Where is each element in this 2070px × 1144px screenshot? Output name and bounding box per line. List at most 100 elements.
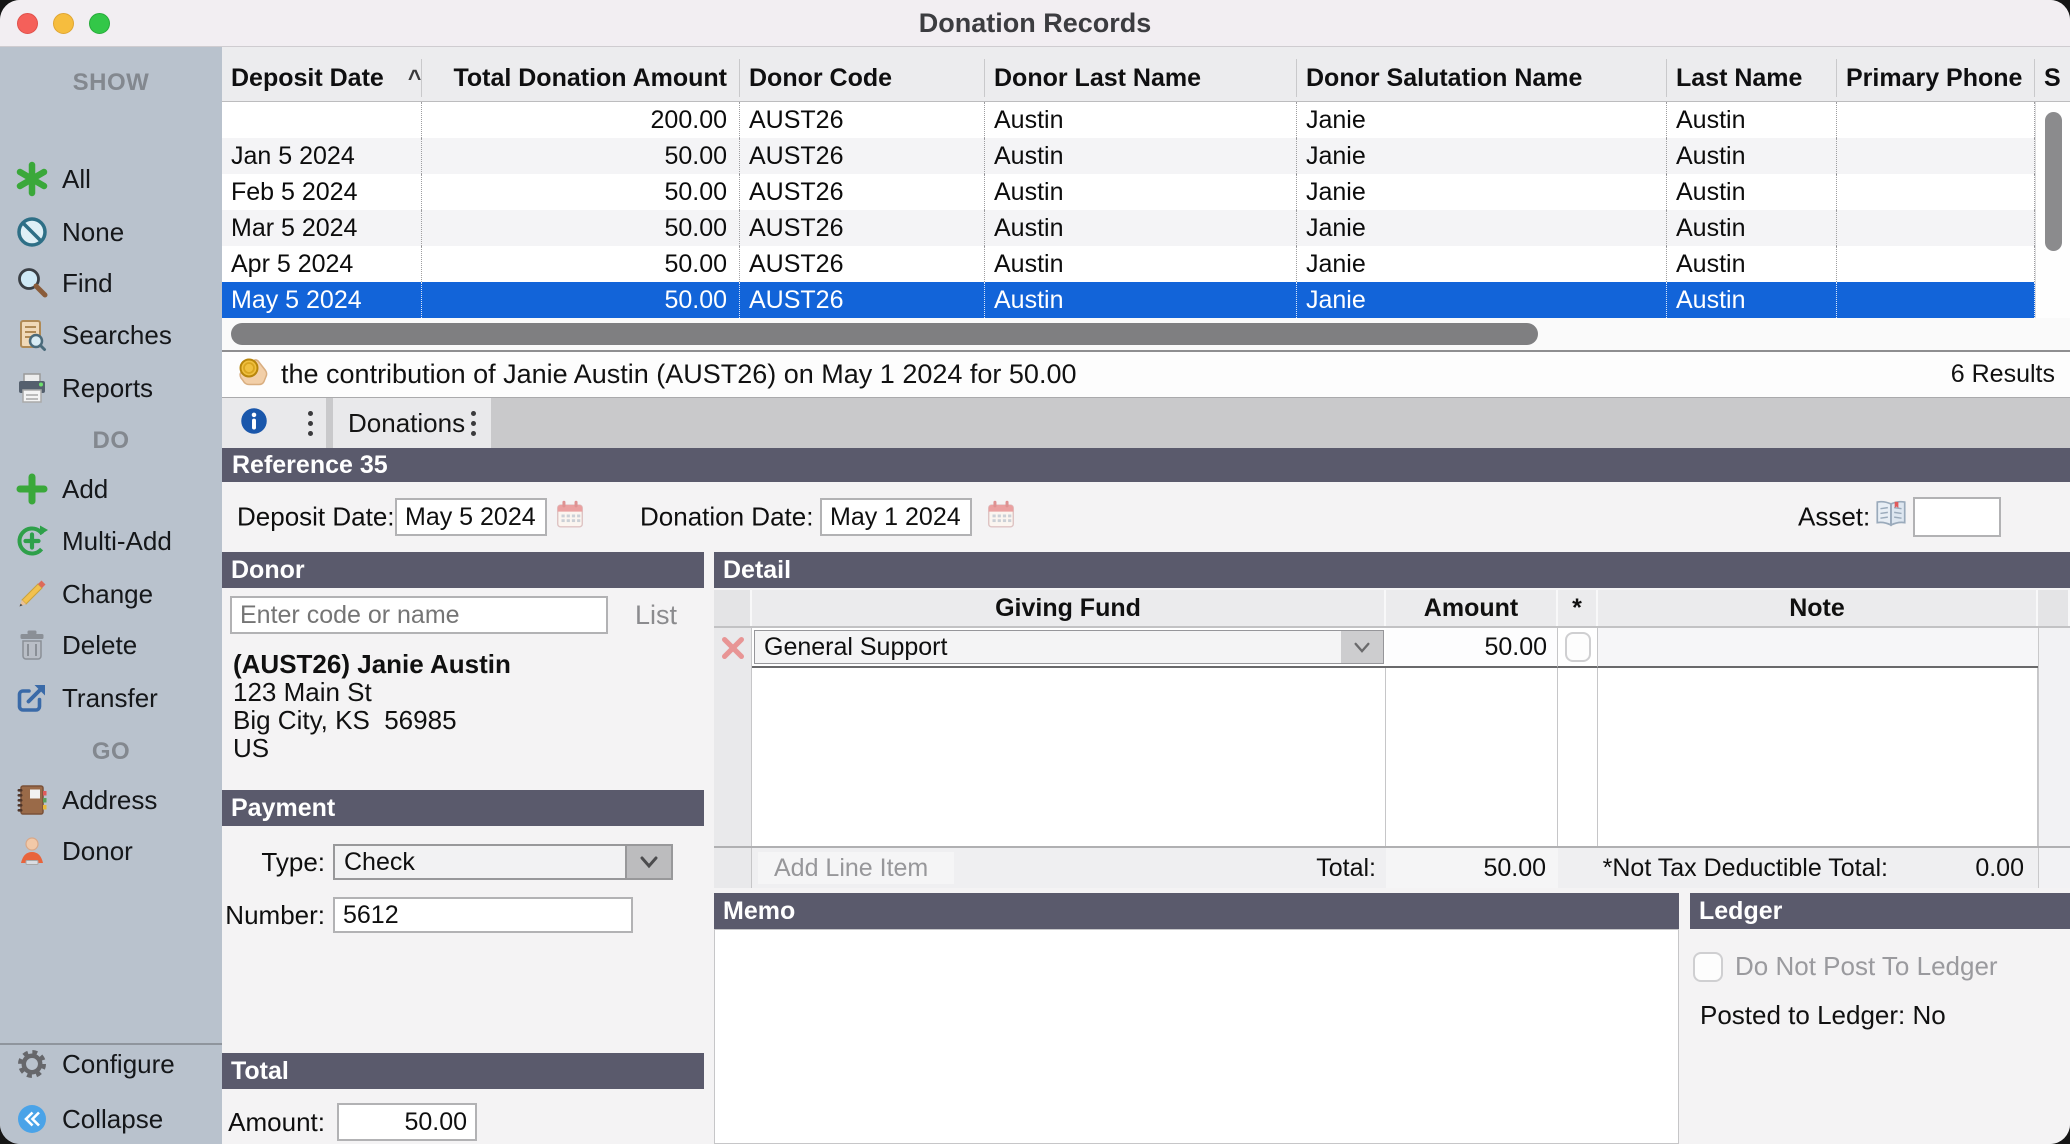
donation-date-label: Donation Date: [640, 502, 813, 533]
minimize-button[interactable] [53, 13, 74, 34]
cell-last-name: Austin [1667, 174, 1837, 210]
detail-total-label: Total: [1316, 854, 1386, 883]
donor-country: US [233, 734, 704, 762]
asset-book-icon[interactable] [1872, 496, 1910, 539]
column-header-total-donation-amount[interactable]: Total Donation Amount [422, 59, 740, 97]
sidebar-item-address[interactable]: Address [0, 780, 222, 820]
payment-section-header: Payment [222, 790, 704, 826]
cell-donor-last-name: Austin [985, 282, 1297, 318]
sidebar-item-label: Find [62, 268, 113, 299]
plus-icon [12, 469, 52, 509]
sidebar-item-configure[interactable]: Configure [0, 1044, 222, 1084]
sidebar-item-reports[interactable]: Reports [0, 368, 222, 408]
tab-donations[interactable]: Donations [333, 398, 491, 448]
column-header-donor-last-name[interactable]: Donor Last Name [985, 59, 1297, 97]
chevron-down-icon[interactable] [625, 846, 671, 878]
column-header-deposit-date[interactable]: Deposit Date^ [222, 59, 422, 97]
footer-x-column [714, 848, 752, 888]
cell-primary-phone [1837, 210, 2035, 246]
sidebar-item-searches[interactable]: Searches [0, 315, 222, 355]
sidebar-item-find[interactable]: Find [0, 263, 222, 303]
cell-donor-code: AUST26 [740, 174, 985, 210]
delete-line-icon[interactable] [714, 628, 752, 668]
detail-empty-rows [714, 668, 2070, 846]
list-button[interactable]: List [608, 600, 704, 631]
vertical-scrollbar-thumb[interactable] [2045, 112, 2062, 251]
donor-search-input[interactable] [230, 596, 608, 634]
cell-last-name: Austin [1667, 138, 1837, 174]
deposit-date-input[interactable] [395, 498, 547, 536]
cell-deposit-date [222, 102, 422, 138]
table-row[interactable]: Feb 5 2024 50.00 AUST26 Austin Janie Aus… [222, 174, 2035, 210]
chevron-down-icon[interactable] [1341, 631, 1383, 663]
ledger-section: Do Not Post To Ledger Posted to Ledger: … [1690, 929, 2070, 1144]
calendar-icon[interactable] [984, 498, 1018, 537]
line-note-cell[interactable] [1598, 628, 2038, 668]
calendar-icon[interactable] [553, 498, 587, 537]
cell-amount: 50.00 [422, 282, 740, 318]
sidebar-item-change[interactable]: Change [0, 574, 222, 614]
horizontal-scrollbar-thumb[interactable] [231, 323, 1538, 345]
column-header-partial[interactable]: S [2035, 59, 2070, 97]
footer-note-column: *Not Tax Deductible Total: 0.00 [1598, 848, 2038, 888]
zoom-button[interactable] [89, 13, 110, 34]
sidebar-item-delete[interactable]: Delete [0, 625, 222, 665]
sidebar-item-add[interactable]: Add [0, 469, 222, 509]
cell-donor-code: AUST26 [740, 210, 985, 246]
asset-input[interactable] [1913, 497, 2001, 537]
detail-column-giving-fund: Giving Fund [752, 590, 1386, 626]
table-row[interactable]: Apr 5 2024 50.00 AUST26 Austin Janie Aus… [222, 246, 2035, 282]
memo-textarea[interactable] [714, 929, 1679, 1144]
empty-note-column [1598, 668, 2038, 846]
multi-add-icon [12, 521, 52, 561]
ledger-section-header: Ledger [1690, 893, 2070, 929]
cell-primary-phone [1837, 246, 2035, 282]
empty-amount-column [1386, 668, 1558, 846]
footer-star-column [1558, 848, 1598, 888]
donation-date-input[interactable] [820, 498, 972, 536]
sidebar-item-label: Configure [62, 1049, 175, 1080]
total-amount-input[interactable] [337, 1103, 477, 1141]
sidebar-item-none[interactable]: None [0, 212, 222, 252]
deposit-date-label: Deposit Date: [237, 502, 395, 533]
detail-table-header: Giving Fund Amount * Note [714, 590, 2070, 628]
table-row[interactable]: 200.00 AUST26 Austin Janie Austin [222, 102, 2035, 138]
sidebar-item-transfer[interactable]: Transfer [0, 678, 222, 718]
horizontal-scrollbar[interactable] [222, 318, 2070, 350]
add-line-item-button[interactable]: Add Line Item [758, 852, 954, 884]
table-row-selected[interactable]: May 5 2024 50.00 AUST26 Austin Janie Aus… [222, 282, 2035, 318]
cell-donor-code: AUST26 [740, 282, 985, 318]
drag-handle-icon[interactable] [308, 411, 313, 436]
sidebar-item-multi-add[interactable]: Multi-Add [0, 521, 222, 561]
payment-number-input[interactable] [333, 897, 633, 933]
cell-donor-last-name: Austin [985, 210, 1297, 246]
sidebar-item-collapse[interactable]: Collapse [0, 1099, 222, 1139]
column-header-donor-code[interactable]: Donor Code [740, 59, 985, 97]
sidebar-item-all[interactable]: All [0, 159, 222, 199]
sidebar-item-label: Change [62, 579, 153, 610]
app-window: Donation Records SHOW All None Find Sear… [0, 0, 2070, 1144]
column-header-label: Deposit Date [231, 64, 384, 93]
asset-label: Asset: [1798, 502, 1870, 533]
info-tab[interactable] [222, 398, 326, 448]
not-tax-deductible-checkbox[interactable] [1565, 632, 1591, 662]
column-header-last-name[interactable]: Last Name [1667, 59, 1837, 97]
do-not-post-checkbox[interactable] [1693, 952, 1723, 982]
reference-header: Reference 35 [222, 448, 2070, 482]
cell-last-name: Austin [1667, 246, 1837, 282]
vertical-scrollbar[interactable] [2035, 102, 2070, 318]
giving-fund-select[interactable]: General Support [754, 630, 1384, 664]
close-button[interactable] [17, 13, 38, 34]
line-amount-cell[interactable]: 50.00 [1386, 628, 1558, 668]
payment-type-select[interactable]: Check [333, 844, 673, 880]
table-row[interactable]: Jan 5 2024 50.00 AUST26 Austin Janie Aus… [222, 138, 2035, 174]
cell-primary-phone [1837, 138, 2035, 174]
column-header-donor-salutation-name[interactable]: Donor Salutation Name [1297, 59, 1667, 97]
sidebar-item-label: All [62, 164, 91, 195]
detail-column-gutter [2038, 590, 2070, 626]
donor-name: (AUST26) Janie Austin [233, 650, 704, 678]
table-row[interactable]: Mar 5 2024 50.00 AUST26 Austin Janie Aus… [222, 210, 2035, 246]
sidebar-item-donor[interactable]: Donor [0, 831, 222, 871]
column-header-primary-phone[interactable]: Primary Phone [1837, 59, 2035, 97]
drag-handle-icon[interactable] [471, 411, 476, 436]
